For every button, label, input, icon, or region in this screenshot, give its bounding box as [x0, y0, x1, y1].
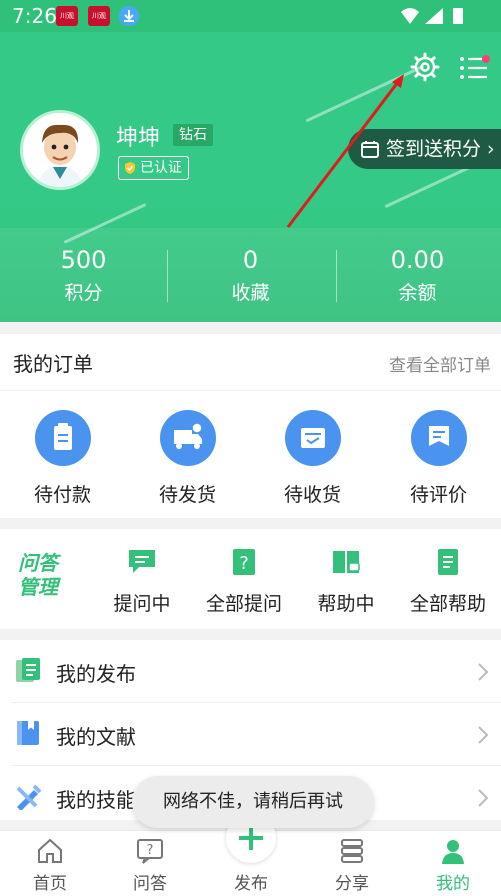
- system-icons: [399, 6, 469, 30]
- stat-favorites[interactable]: 0 收藏: [167, 246, 334, 305]
- calendar-icon: [361, 141, 379, 158]
- comment-icon: [410, 410, 467, 466]
- question-chat-icon: ?: [137, 839, 163, 864]
- order-pending-receipt[interactable]: 待收货: [250, 410, 375, 507]
- orders-card: 我的订单 查看全部订单 待付款 待发货 待收货 待评价: [0, 334, 501, 518]
- order-pending-review[interactable]: 待评价: [376, 410, 501, 507]
- order-label: 待收货: [283, 484, 341, 506]
- stat-value: 500: [60, 246, 107, 274]
- nav-mine[interactable]: 我的: [403, 837, 501, 894]
- battery-icon: [453, 8, 463, 24]
- book-chat-icon: [333, 551, 360, 573]
- app-notification-badge: 川观: [88, 6, 110, 26]
- list-label: 我的发布: [56, 662, 136, 686]
- order-label: 待付款: [33, 484, 91, 506]
- qa-logo-line: 问答: [18, 551, 58, 575]
- truck-icon: [159, 410, 216, 466]
- question-icon: ?: [233, 549, 255, 575]
- qa-helping[interactable]: 帮助中: [296, 547, 396, 616]
- order-pending-payment[interactable]: 待付款: [0, 410, 125, 507]
- inbox-icon: [284, 410, 341, 466]
- qa-label: 帮助中: [317, 593, 375, 615]
- status-bar: 7:26 川观 川观: [0, 0, 501, 32]
- nav-qa[interactable]: ? 问答: [100, 837, 200, 894]
- checkin-button[interactable]: 签到送积分 ›: [348, 129, 501, 169]
- decor-streak: [305, 64, 425, 123]
- view-all-orders-link[interactable]: 查看全部订单: [389, 351, 491, 376]
- stat-label: 积分: [64, 282, 103, 304]
- verified-badge: 已认证: [118, 156, 189, 180]
- signal-icon: [425, 8, 443, 24]
- shield-check-icon: [125, 162, 135, 174]
- qa-label: 提问中: [113, 593, 171, 615]
- bottom-nav: 首页 ? 问答 发布 分享 我的: [0, 813, 501, 896]
- status-time: 7:26: [12, 4, 57, 28]
- qa-all-help[interactable]: 全部帮助: [398, 547, 498, 616]
- clipboard-icon: [34, 410, 91, 466]
- order-label: 待发货: [158, 484, 216, 506]
- share-stack-icon: [341, 839, 363, 863]
- wifi-icon: [401, 8, 419, 24]
- home-icon: [38, 838, 62, 863]
- notification-dot: [482, 55, 490, 63]
- nav-label: 首页: [33, 874, 67, 894]
- verified-label: 已认证: [140, 160, 182, 176]
- notebook-icon: [438, 549, 458, 575]
- stat-balance[interactable]: 0.00 余额: [334, 246, 501, 305]
- checkin-label: 签到送积分: [386, 138, 482, 160]
- qa-label: 全部提问: [205, 593, 282, 615]
- app-notification-badge: 川观: [56, 6, 78, 26]
- stat-value: 0.00: [390, 246, 445, 274]
- chevron-right-icon: [478, 789, 489, 807]
- person-icon: [442, 840, 464, 864]
- chevron-right-icon: ›: [487, 138, 495, 160]
- nav-label: 问答: [133, 874, 167, 894]
- list-label: 我的文献: [56, 725, 136, 749]
- stat-points[interactable]: 500 积分: [0, 246, 167, 305]
- nav-label: 分享: [335, 874, 369, 894]
- chevron-right-icon: [478, 663, 489, 681]
- avatar[interactable]: [20, 110, 100, 190]
- bookmark-book-icon: [17, 721, 39, 745]
- level-badge: 钻石: [173, 124, 213, 146]
- list-item-my-literature[interactable]: 我的文献: [0, 703, 501, 766]
- settings-gear-icon[interactable]: [410, 52, 440, 82]
- stat-value: 0: [242, 246, 259, 274]
- qa-logo-line: 管理: [18, 575, 58, 599]
- order-label: 待评价: [409, 484, 467, 506]
- nav-home[interactable]: 首页: [0, 837, 100, 894]
- chat-icon: [129, 550, 155, 573]
- tools-icon: [16, 784, 42, 810]
- svg-text:?: ?: [147, 843, 154, 858]
- qa-management-card: 问答 管理 提问中 ? 全部提问 帮助中 全部帮助: [0, 529, 501, 629]
- list-item-my-posts[interactable]: 我的发布: [0, 640, 501, 703]
- toast-message: 网络不佳，请稍后再试: [132, 776, 374, 828]
- list-label: 我的技能: [56, 788, 136, 812]
- nav-label: 我的: [436, 874, 470, 894]
- profile-header: 坤坤 钻石 已认证 签到送积分 › 500 积分 0 收藏 0.00 余额: [0, 32, 501, 322]
- qa-all-questions[interactable]: ? 全部提问: [194, 547, 294, 616]
- nav-publish-label[interactable]: 发布: [201, 869, 301, 894]
- nav-label: 发布: [234, 874, 268, 894]
- stat-label: 收藏: [231, 282, 270, 304]
- qa-logo: 问答 管理: [18, 551, 70, 599]
- chevron-right-icon: [478, 726, 489, 744]
- username: 坤坤: [116, 126, 161, 151]
- download-icon: [119, 6, 139, 26]
- stats-bar: 500 积分 0 收藏 0.00 余额: [0, 228, 501, 322]
- nav-share[interactable]: 分享: [302, 837, 402, 894]
- document-icon: [16, 658, 40, 682]
- qa-asking[interactable]: 提问中: [92, 547, 192, 616]
- order-pending-shipment[interactable]: 待发货: [125, 410, 250, 507]
- stat-label: 余额: [398, 282, 437, 304]
- svg-text:?: ?: [239, 553, 249, 574]
- orders-title: 我的订单: [13, 352, 93, 376]
- divider: [0, 390, 501, 391]
- qa-label: 全部帮助: [409, 593, 486, 615]
